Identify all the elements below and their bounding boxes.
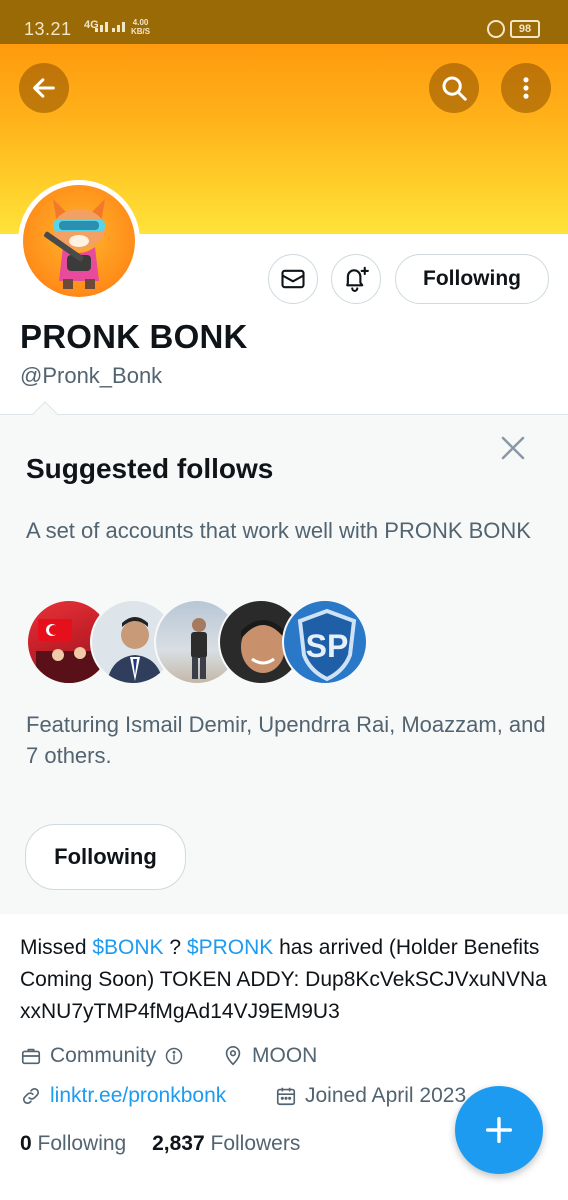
calendar-icon [276, 1087, 296, 1106]
suggested-title: Suggested follows [26, 453, 274, 484]
profile-bio: Missed $BONK ? $PRONK has arrived (Holde… [20, 936, 547, 1023]
mail-icon [281, 269, 305, 289]
profile-joined: Joined April 2023 [275, 1084, 475, 1108]
plus-icon [485, 1116, 513, 1144]
close-icon[interactable] [498, 433, 528, 463]
profile-avatar[interactable] [18, 180, 140, 302]
profile-handle: @Pronk_Bonk [20, 363, 163, 388]
info-icon[interactable] [164, 1046, 184, 1066]
following-count-link[interactable]: 0 Following [20, 1132, 126, 1155]
battery-icon: 98 [510, 20, 540, 38]
suggested-featuring: Featuring Ismail Demir, Upendrra Rai, Mo… [26, 712, 546, 768]
location-pin-icon [225, 1046, 241, 1066]
search-icon [442, 76, 467, 101]
status-time: 13.21 [24, 19, 72, 39]
compose-tweet-button[interactable] [455, 1086, 543, 1174]
suggested-following-button[interactable]: Following [25, 824, 186, 890]
avatar-image [23, 185, 135, 297]
notifications-button[interactable] [331, 254, 381, 304]
suggested-follows-panel: Suggested follows A set of accounts that… [0, 414, 568, 914]
suggested-avatar[interactable]: SP [282, 599, 368, 685]
back-button[interactable] [19, 63, 69, 113]
suggested-avatars[interactable]: SP [26, 599, 368, 687]
more-vertical-icon [523, 77, 529, 99]
link-icon [22, 1087, 40, 1105]
more-button[interactable] [501, 63, 551, 113]
profile-name: PRONK BONK [20, 318, 248, 355]
profile-website[interactable]: linktr.ee/pronkbonk [20, 1084, 226, 1108]
followers-count-link[interactable]: 2,837 Followers [152, 1132, 300, 1155]
profile-location: MOON [222, 1044, 317, 1068]
bell-plus-icon [346, 266, 369, 292]
rotation-lock-icon [487, 20, 505, 38]
search-button[interactable] [429, 63, 479, 113]
follow-counts: 0 Following 2,837 Followers [20, 1132, 300, 1156]
cashtag-link[interactable]: $BONK [92, 936, 163, 959]
svg-text:SP: SP [306, 628, 349, 664]
briefcase-icon [21, 1048, 41, 1065]
message-button[interactable] [268, 254, 318, 304]
following-button[interactable]: Following [395, 254, 549, 304]
suggested-subtitle: A set of accounts that work well with PR… [26, 518, 531, 543]
network-speed: 4.00 KB/S [131, 18, 151, 36]
cashtag-link[interactable]: $PRONK [187, 936, 273, 959]
profile-category: Community [20, 1044, 184, 1068]
back-arrow-icon [33, 78, 55, 98]
status-bar: 13.21 4G 4.00 KB/S 98 [0, 0, 568, 44]
